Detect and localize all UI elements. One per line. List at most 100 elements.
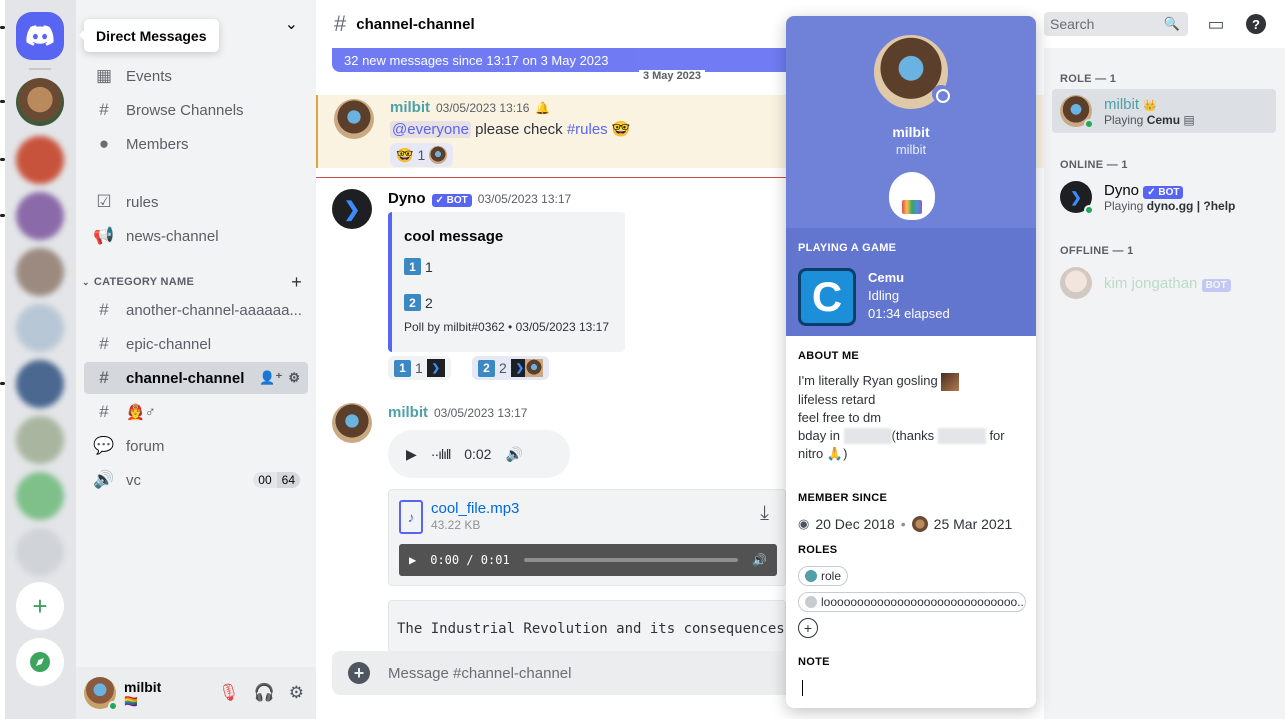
- about-line-text: for: [989, 427, 1005, 443]
- inbox-icon[interactable]: ▭: [1206, 14, 1226, 34]
- user-profile-popout: milbit milbit PLAYING A GAME C Cemu Idli…: [786, 16, 1036, 708]
- user-panel: milbit 🏳️‍🌈 🎙 🎧 ⚙: [76, 667, 316, 719]
- audio-time: 0:00 / 0:01: [430, 553, 510, 567]
- reaction[interactable]: 1 1 ❯: [388, 356, 451, 380]
- channel-link[interactable]: #rules: [567, 121, 608, 138]
- mute-mic-icon[interactable]: 🎙: [218, 683, 240, 703]
- channel-emoji[interactable]: # 🧑‍🚒♂: [84, 396, 308, 428]
- avatar: [1060, 267, 1092, 299]
- channel-news[interactable]: 📢 news-channel: [84, 220, 308, 252]
- member-activity: Playing Cemu ▤: [1104, 113, 1195, 127]
- server-icon[interactable]: [16, 304, 64, 352]
- create-channel-icon[interactable]: +: [291, 272, 302, 293]
- role-pill[interactable]: looooooooooooooooooooooooooooo...: [798, 592, 1026, 612]
- invite-icon[interactable]: 👤⁺: [259, 370, 282, 386]
- play-icon[interactable]: ▶: [406, 446, 417, 463]
- member-item[interactable]: kim jongathan BOT: [1052, 261, 1276, 305]
- channel-rules[interactable]: ☑ rules: [84, 186, 308, 218]
- settings-gear-icon[interactable]: ⚙: [289, 683, 304, 703]
- channel-channel-channel[interactable]: # channel-channel 👤⁺ ⚙: [84, 362, 308, 394]
- message-author[interactable]: Dyno: [388, 190, 426, 207]
- role-name: role: [821, 569, 842, 583]
- channel-forum[interactable]: 💬 forum: [84, 430, 308, 462]
- member-item[interactable]: milbit 👑 Playing Cemu ▤: [1052, 89, 1276, 133]
- about-line: nitro 🙏): [798, 445, 848, 461]
- volume-icon[interactable]: 🔊: [752, 553, 767, 567]
- explore-servers-button[interactable]: [16, 638, 64, 686]
- file-name-link[interactable]: cool_file.mp3: [431, 500, 519, 517]
- server-icon[interactable]: [16, 192, 64, 240]
- reaction-count: 1: [417, 147, 426, 163]
- help-icon[interactable]: ?: [1246, 14, 1266, 34]
- mention[interactable]: @everyone: [390, 121, 471, 138]
- message-author[interactable]: milbit: [388, 404, 428, 421]
- note-input[interactable]: [802, 680, 803, 696]
- message-timestamp: 03/05/2023 13:17: [434, 406, 528, 420]
- member-group-header: ONLINE — 1: [1060, 159, 1128, 171]
- channel-label: epic-channel: [126, 335, 212, 353]
- waveform-icon[interactable]: ··ılıll: [431, 446, 451, 462]
- channel-another[interactable]: # another-channel-aaaaaa...: [84, 294, 308, 326]
- voice-user-count: 00 64: [253, 472, 300, 488]
- server-icon[interactable]: [16, 78, 64, 126]
- play-icon[interactable]: ▶: [409, 553, 416, 567]
- avatar[interactable]: [84, 677, 118, 711]
- add-server-button[interactable]: +: [16, 582, 64, 630]
- about-line: bday in (thanks for: [798, 427, 1024, 445]
- keycap-two-icon: 2: [404, 294, 421, 311]
- server-icon[interactable]: [16, 528, 64, 576]
- message-timestamp: 03/05/2023 13:16: [436, 101, 530, 115]
- download-icon[interactable]: ⤓: [760, 502, 769, 525]
- gear-icon[interactable]: ⚙: [288, 370, 300, 386]
- avatar[interactable]: [332, 403, 372, 443]
- message-author[interactable]: milbit: [390, 99, 430, 116]
- channel-epic[interactable]: # epic-channel: [84, 328, 308, 360]
- sidebar-item-events[interactable]: ▦ Events: [84, 60, 308, 92]
- server-icon[interactable]: [16, 360, 64, 408]
- avatar[interactable]: [334, 99, 374, 139]
- sidebar-item-browse-channels[interactable]: # Browse Channels: [84, 94, 308, 126]
- server-icon[interactable]: [16, 416, 64, 464]
- sidebar-item-members[interactable]: ● Members: [84, 128, 308, 160]
- poll-option-count: 2: [425, 294, 433, 311]
- about-line: I'm literally Ryan gosling: [798, 372, 1024, 391]
- nerd-face-icon: 🤓: [396, 146, 414, 163]
- rail-separator: [29, 68, 51, 70]
- about-me-text: I'm literally Ryan gosling lifeless reta…: [798, 372, 1024, 463]
- server-icon[interactable]: [16, 136, 64, 184]
- browse-channels-icon: #: [99, 100, 109, 119]
- audio-seekbar[interactable]: [523, 558, 739, 562]
- file-size: 43.22 KB: [431, 518, 481, 532]
- server-icon[interactable]: [16, 472, 64, 520]
- forum-icon: 💬: [93, 436, 115, 455]
- role-pill[interactable]: role: [798, 566, 849, 586]
- plus-icon: +: [32, 590, 48, 621]
- reaction[interactable]: 🤓 1: [390, 143, 454, 167]
- server-icon[interactable]: [16, 248, 64, 296]
- activity-section: PLAYING A GAME C Cemu Idling 01:34 elaps…: [786, 228, 1036, 336]
- add-role-button[interactable]: +: [798, 618, 818, 638]
- avatar: [1060, 95, 1094, 129]
- channel-label: forum: [126, 437, 165, 455]
- reaction[interactable]: 2 2 ❯: [472, 356, 549, 380]
- profile-avatar[interactable]: [871, 32, 951, 112]
- poll-option: 22: [404, 294, 433, 311]
- category-header[interactable]: ⌄ CATEGORY NAME +: [82, 272, 310, 293]
- game-elapsed: 01:34 elapsed: [868, 306, 950, 321]
- voice-count-current: 00: [253, 472, 277, 488]
- channel-vc[interactable]: 🔊 vc 00 64: [84, 464, 308, 496]
- bot-tag: ✓ BOT: [431, 194, 472, 207]
- bell-icon: 🔔: [535, 101, 551, 115]
- avatar[interactable]: ❯: [332, 189, 372, 229]
- search-input[interactable]: Search 🔍: [1044, 12, 1188, 36]
- headphones-icon[interactable]: 🎧: [254, 683, 275, 703]
- voice-count-limit: 64: [276, 472, 300, 488]
- user-panel-name: milbit: [124, 678, 162, 695]
- profile-display-name: milbit: [892, 124, 930, 140]
- attach-plus-icon[interactable]: +: [348, 662, 370, 684]
- ryan-gosling-emoji-icon: [941, 372, 960, 391]
- volume-icon[interactable]: 🔊: [505, 446, 522, 463]
- reaction-count: 1: [415, 360, 423, 376]
- member-item[interactable]: ❯ Dyno ✓ BOT Playing dyno.gg | ?help: [1052, 175, 1276, 219]
- direct-messages-button[interactable]: [16, 12, 64, 60]
